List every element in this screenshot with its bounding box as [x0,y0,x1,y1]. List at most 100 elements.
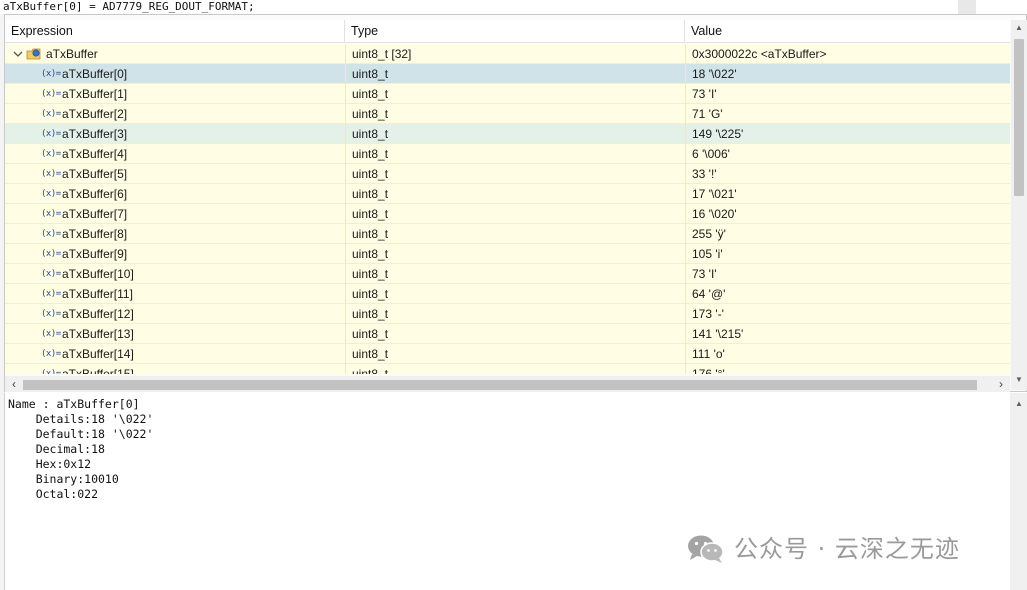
expression-label: aTxBuffer[1] [62,87,128,101]
expression-tree: aTxBuffer uint8_t [32] 0x3000022c <aTxBu… [5,44,1010,374]
tree-row[interactable]: (x)= aTxBuffer[13] uint8_t 141 '\215' [5,324,1010,344]
tree-row[interactable]: (x)= aTxBuffer[12] uint8_t 173 '-' [5,304,1010,324]
type-cell: uint8_t [345,204,685,224]
scroll-up-arrow-icon[interactable]: ▲ [1010,397,1027,411]
type-cell: uint8_t [345,264,685,284]
expression-cell: (x)= aTxBuffer[8] [5,224,345,244]
type-cell: uint8_t [345,164,685,184]
value-cell: 255 'ÿ' [685,224,1010,244]
vertical-scrollbar[interactable]: ▲ ▼ [1011,20,1027,390]
value-cell: 73 'I' [685,264,1010,284]
expression-cell: (x)= aTxBuffer[15] [5,364,345,374]
root-expression-label: aTxBuffer [46,47,98,61]
type-cell: uint8_t [345,104,685,124]
type-cell: uint8_t [345,124,685,144]
value-cell: 71 'G' [685,104,1010,124]
watermark: 公众号 · 云深之无迹 [686,532,1006,566]
details-line: Decimal:18 [8,442,105,456]
editor-code-line-strip: aTxBuffer[0] = AD7779_REG_DOUT_FORMAT; [0,0,1027,14]
expression-label: aTxBuffer[5] [62,167,128,181]
type-cell: uint8_t [345,84,685,104]
value-cell: 18 '\022' [685,64,1010,84]
value-cell: 111 'o' [685,344,1010,364]
variable-icon: (x)= [41,369,61,374]
expression-cell: (x)= aTxBuffer[5] [5,164,345,184]
chevron-down-icon[interactable] [13,48,23,60]
struct-icon [26,47,42,61]
expression-label: aTxBuffer[10] [62,267,134,281]
horizontal-scrollbar[interactable]: ‹ › [5,376,1010,392]
tree-row[interactable]: (x)= aTxBuffer[7] uint8_t 16 '\020' [5,204,1010,224]
root-value-cell: 0x3000022c <aTxBuffer> [685,44,1010,64]
tree-row[interactable]: (x)= aTxBuffer[9] uint8_t 105 'i' [5,244,1010,264]
tree-row[interactable]: (x)= aTxBuffer[6] uint8_t 17 '\021' [5,184,1010,204]
tree-row[interactable]: (x)= aTxBuffer[2] uint8_t 71 'G' [5,104,1010,124]
expression-label: aTxBuffer[0] [62,67,128,81]
details-line: Default:18 '\022' [8,427,154,441]
scroll-down-arrow-icon[interactable]: ▼ [1011,372,1027,388]
value-cell: 176 '°' [685,364,1010,374]
tree-row[interactable]: (x)= aTxBuffer[15] uint8_t 176 '°' [5,364,1010,374]
variable-icon: (x)= [41,229,61,239]
vertical-scroll-thumb[interactable] [1014,39,1024,196]
scroll-up-arrow-icon[interactable]: ▲ [1011,20,1027,36]
expression-cell: (x)= aTxBuffer[0] [5,64,345,84]
expression-label: aTxBuffer[9] [62,247,128,261]
tree-row[interactable]: (x)= aTxBuffer[14] uint8_t 111 'o' [5,344,1010,364]
type-cell: uint8_t [345,184,685,204]
variable-icon: (x)= [41,209,61,219]
type-cell: uint8_t [345,324,685,344]
column-header-value[interactable]: Value [685,20,1010,43]
type-cell: uint8_t [345,144,685,164]
details-line: Name : aTxBuffer[0] [8,397,140,411]
variable-icon: (x)= [41,289,61,299]
type-cell: uint8_t [345,224,685,244]
tree-row[interactable]: (x)= aTxBuffer[5] uint8_t 33 '!' [5,164,1010,184]
expression-cell: (x)= aTxBuffer[2] [5,104,345,124]
scroll-right-arrow-icon[interactable]: › [994,376,1008,392]
details-vertical-scrollbar[interactable]: ▲ [1010,393,1027,590]
tree-row-root[interactable]: aTxBuffer uint8_t [32] 0x3000022c <aTxBu… [5,44,1010,64]
value-cell: 6 '\006' [685,144,1010,164]
variable-icon: (x)= [41,149,61,159]
value-cell: 16 '\020' [685,204,1010,224]
tree-row[interactable]: (x)= aTxBuffer[3] uint8_t 149 '\225' [5,124,1010,144]
tree-row[interactable]: (x)= aTxBuffer[10] uint8_t 73 'I' [5,264,1010,284]
variable-icon: (x)= [41,129,61,139]
type-cell: uint8_t [345,364,685,374]
column-header-row: Expression Type Value [5,20,1010,43]
expression-label: aTxBuffer[15] [62,367,134,374]
expression-label: aTxBuffer[12] [62,307,134,321]
value-cell: 33 '!' [685,164,1010,184]
tree-row[interactable]: (x)= aTxBuffer[8] uint8_t 255 'ÿ' [5,224,1010,244]
expression-cell: (x)= aTxBuffer[1] [5,84,345,104]
editor-code-line: aTxBuffer[0] = AD7779_REG_DOUT_FORMAT; [3,0,255,13]
tree-row[interactable]: (x)= aTxBuffer[11] uint8_t 64 '@' [5,284,1010,304]
expression-cell: (x)= aTxBuffer[7] [5,204,345,224]
tree-row[interactable]: (x)= aTxBuffer[4] uint8_t 6 '\006' [5,144,1010,164]
expression-label: aTxBuffer[8] [62,227,128,241]
type-cell: uint8_t [345,284,685,304]
column-header-expression[interactable]: Expression [5,20,345,43]
expressions-view: Expression Type Value aTxBuffer uint8_t … [4,14,1027,392]
value-cell: 73 'I' [685,84,1010,104]
expression-label: aTxBuffer[13] [62,327,134,341]
variable-icon: (x)= [41,249,61,259]
tree-row[interactable]: (x)= aTxBuffer[0] uint8_t 18 '\022' [5,64,1010,84]
horizontal-scroll-thumb[interactable] [23,380,977,390]
root-type-cell: uint8_t [32] [345,44,685,64]
tree-row[interactable]: (x)= aTxBuffer[1] uint8_t 73 'I' [5,84,1010,104]
expression-label: aTxBuffer[14] [62,347,134,361]
type-cell: uint8_t [345,304,685,324]
variable-icon: (x)= [41,169,61,179]
scroll-left-arrow-icon[interactable]: ‹ [7,376,21,392]
variable-icon: (x)= [41,189,61,199]
value-cell: 105 'i' [685,244,1010,264]
expression-cell: (x)= aTxBuffer[9] [5,244,345,264]
expression-label: aTxBuffer[4] [62,147,128,161]
variable-icon: (x)= [41,109,61,119]
type-cell: uint8_t [345,244,685,264]
column-header-type[interactable]: Type [345,20,685,43]
variable-icon: (x)= [41,309,61,319]
variable-icon: (x)= [41,329,61,339]
